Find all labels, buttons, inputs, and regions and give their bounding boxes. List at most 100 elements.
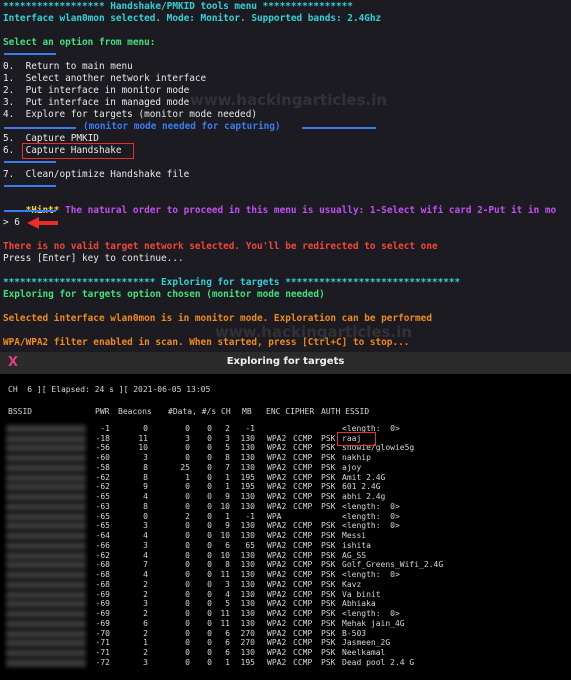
cell-data: 0 — [185, 570, 190, 580]
cell-enc: WPA2 — [267, 492, 287, 502]
cell-enc: WPA2 — [267, 618, 287, 628]
cell-enc: WPA2 — [267, 550, 287, 560]
cell-data: 0 — [185, 424, 190, 433]
bssid-redacted — [6, 444, 86, 453]
cell-pwr: -63 — [95, 501, 110, 511]
cell-ch: 3 — [225, 579, 230, 589]
cell-cipher: CCMP — [293, 657, 313, 667]
cell-ch: 6 — [225, 638, 230, 648]
bssid-redacted — [6, 493, 86, 502]
cell-enc: WPA2 — [267, 540, 287, 550]
cell-essid[interactable]: ajoy — [342, 463, 361, 472]
cell-essid[interactable]: Messi — [342, 531, 366, 540]
cell-beacons: 6 — [143, 618, 148, 628]
cell-essid[interactable]: Golf_Greens_Wifi_2.4G — [342, 560, 443, 569]
bssid-redacted — [6, 610, 86, 619]
cell-ch: 6 — [225, 648, 230, 658]
cell-mb: 130 — [240, 648, 255, 658]
cell-beacons: 3 — [143, 521, 148, 531]
menu-item-4[interactable]: 4. Explore for targets (monitor mode nee… — [3, 109, 257, 121]
input-prompt[interactable]: > 6 — [3, 217, 20, 229]
cell-essid[interactable]: <length: 0> — [342, 570, 400, 579]
cell-beacons: 3 — [143, 453, 148, 463]
title-bar[interactable]: X Exploring for targets — [0, 352, 571, 374]
cell-pwr: -18 — [95, 433, 110, 443]
cell-cipher: CCMP — [293, 579, 313, 589]
cell-pwr: -68 — [95, 579, 110, 589]
cell-cipher: CCMP — [293, 531, 313, 541]
cell-s: 0 — [207, 462, 212, 472]
cell-essid[interactable]: <length: 0> — [342, 609, 400, 618]
cell-data: 0 — [185, 657, 190, 667]
cell-enc: WPA2 — [267, 531, 287, 541]
cell-pwr: -69 — [95, 599, 110, 609]
cell-ch: 10 — [220, 531, 230, 541]
cell-ch: 1 — [225, 657, 230, 667]
cell-essid[interactable]: Amit 2.4G — [342, 473, 385, 482]
bssid-redacted — [6, 629, 86, 638]
cell-ch: 6 — [225, 540, 230, 550]
cell-pwr: -71 — [95, 638, 110, 648]
cell-enc: WPA2 — [267, 628, 287, 638]
cell-essid[interactable]: Mehak jain_4G — [342, 619, 405, 628]
cell-essid[interactable]: B-503 — [342, 629, 366, 638]
cell-beacons: 3 — [143, 540, 148, 550]
menu-item-2[interactable]: 2. Put interface in monitor mode — [3, 85, 189, 97]
cell-s: 0 — [207, 579, 212, 589]
cell-essid[interactable]: Abhiaka — [342, 599, 376, 608]
cell-s: 0 — [207, 424, 212, 433]
bssid-redacted — [6, 434, 86, 443]
cell-cipher: CCMP — [293, 540, 313, 550]
cell-beacons: 8 — [143, 501, 148, 511]
cell-essid[interactable]: 601 2.4G — [342, 482, 381, 491]
cell-essid[interactable]: Jasmeen_2G — [342, 638, 390, 647]
cell-essid[interactable]: abhi 2.4g — [342, 492, 385, 501]
cell-beacons: 2 — [143, 579, 148, 589]
bssid-redacted — [6, 600, 86, 609]
cell-essid[interactable]: <length: 0> — [342, 502, 400, 511]
cell-s: 0 — [207, 570, 212, 580]
cell-essid[interactable]: AG_SS — [342, 551, 366, 560]
menu-item-3[interactable]: 3. Put interface in managed mode — [3, 97, 189, 109]
cell-auth: PSK — [321, 648, 336, 658]
cell-cipher: CCMP — [293, 609, 313, 619]
bssid-redacted — [6, 619, 86, 628]
cell-cipher: CCMP — [293, 648, 313, 658]
bssid-redacted — [6, 473, 86, 482]
cell-beacons: 1 — [143, 638, 148, 648]
cell-auth: PSK — [321, 570, 336, 580]
cell-s: 0 — [207, 511, 212, 521]
cell-essid[interactable]: <length: 0> — [342, 521, 400, 530]
essid-highlight-box — [337, 431, 376, 446]
cell-ch: 8 — [225, 453, 230, 463]
select-prompt: Select an option from menu: — [3, 37, 156, 48]
scan-status: CH 6 ][ Elapsed: 24 s ][ 2021-06-05 13:0… — [8, 385, 211, 394]
cell-essid[interactable]: Kavz — [342, 580, 361, 589]
cell-essid[interactable]: nakhip — [342, 453, 371, 462]
cell-enc: WPA2 — [267, 462, 287, 472]
cell-essid[interactable]: Neelkamal — [342, 648, 385, 657]
cell-auth: PSK — [321, 589, 336, 599]
cell-beacons: 8 — [143, 472, 148, 482]
column-header: ENC CIPHER — [266, 407, 315, 416]
menu-item-1[interactable]: 1. Select another network interface — [3, 73, 206, 85]
cell-essid[interactable]: <length: 0> — [342, 512, 400, 521]
cell-auth: PSK — [321, 628, 336, 638]
cell-auth: PSK — [321, 599, 336, 609]
cell-enc: WPA — [267, 511, 282, 521]
watermark: www.hackingarticles.in — [190, 91, 388, 109]
cell-data: 0 — [185, 482, 190, 492]
column-header: #Data, #/s — [168, 407, 217, 416]
cell-essid[interactable]: Dead pool 2.4 G — [342, 658, 414, 667]
cell-s: 0 — [207, 433, 212, 443]
cell-mb: 195 — [240, 482, 255, 492]
menu-item-7[interactable]: 7. Clean/optimize Handshake file — [3, 169, 189, 181]
cell-essid[interactable]: ishita — [342, 541, 371, 550]
cell-pwr: -60 — [95, 453, 110, 463]
cell-ch: 11 — [220, 570, 230, 580]
menu-item-0[interactable]: 0. Return to main menu — [3, 61, 133, 73]
cell-essid[interactable]: Va binit — [342, 590, 381, 599]
divider — [4, 53, 56, 55]
cell-pwr: -65 — [95, 511, 110, 521]
cell-mb: 270 — [240, 638, 255, 648]
